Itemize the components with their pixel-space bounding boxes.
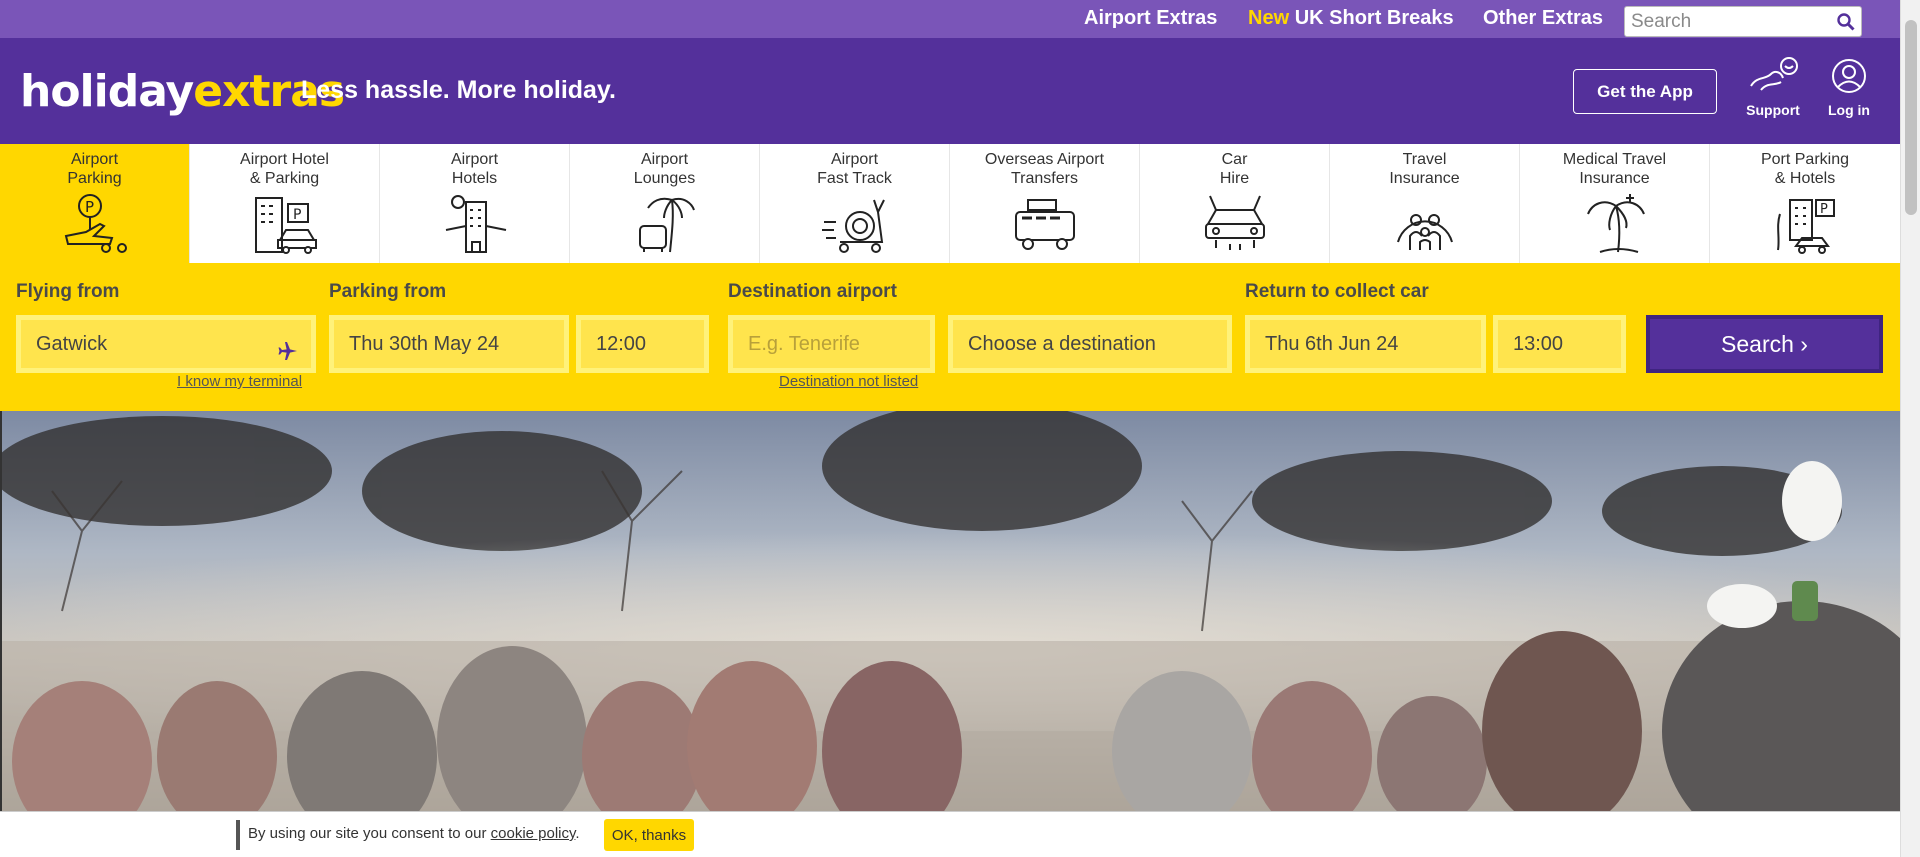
tab-overseas-airport-transfers[interactable]: Overseas Airport Transfers [950,144,1140,263]
return-time-field[interactable]: 13:00 [1493,315,1626,373]
tab-label: Overseas Airport Transfers [984,151,1105,187]
fast-track-snail-icon [821,199,885,253]
tagline: Less hassle. More holiday. [301,76,616,104]
site-search-input[interactable] [1625,7,1825,36]
cookie-ok-button[interactable]: OK, thanks [604,819,694,851]
tab-label: Airport Hotel & Parking [240,151,329,187]
tab-label: Airport Lounges [633,151,696,187]
svg-text:P: P [85,198,94,216]
tab-airport-fast-track[interactable]: Airport Fast Track [760,144,950,263]
parking-search-form: Flying from Gatwick I know my terminal P… [0,263,1900,411]
product-category-tabs: Airport Parking P Airport Hotel & Parkin… [0,144,1900,263]
cookie-policy-link[interactable]: cookie policy [491,825,576,842]
login-link[interactable]: Log in [1809,56,1889,118]
choose-destination-select[interactable]: Choose a destination [948,315,1232,373]
transfer-bus-icon [1014,199,1075,250]
tab-label: Travel Insurance [1389,151,1460,187]
cookie-banner-accent [236,820,240,850]
tab-medical-travel-insurance[interactable]: Medical Travel Insurance [1520,144,1710,263]
user-icon [1832,59,1866,93]
nav-uk-short-breaks-label: UK Short Breaks [1294,7,1454,29]
flying-from-select[interactable]: Gatwick [16,315,316,373]
medical-palm-icon [1586,194,1645,253]
nav-other-extras[interactable]: Other Extras [1483,7,1603,30]
tab-airport-hotel-parking[interactable]: Airport Hotel & Parking P [190,144,380,263]
hotel-parking-icon: P [254,197,317,254]
hero-image-hippos [0,411,1900,811]
nav-uk-short-breaks[interactable]: New UK Short Breaks [1248,7,1454,30]
cookie-message: By using our site you consent to our coo… [248,825,580,842]
page-scrollbar[interactable] [1900,0,1920,857]
site-search [1624,6,1862,37]
support-link[interactable]: Support [1733,56,1813,118]
tab-label: Airport Hotels [450,151,499,187]
search-button[interactable]: Search › [1646,315,1883,373]
flying-from-value: Gatwick [36,333,108,355]
port-parking-icon: P [1777,199,1835,254]
tab-port-parking-hotels[interactable]: Port Parking & Hotels P [1710,144,1900,263]
site-header: holidayextras Less hassle. More holiday.… [0,38,1900,144]
destination-airport-label: Destination airport [728,281,897,302]
tab-travel-insurance[interactable]: Travel Insurance [1330,144,1520,263]
destination-input[interactable]: E.g. Tenerife [728,315,935,373]
get-app-button[interactable]: Get the App [1573,69,1717,114]
top-nav-bar: Airport Extras New UK Short Breaks Other… [0,0,1900,38]
airport-hotel-icon [445,195,506,253]
new-badge: New [1248,7,1290,29]
flying-from-label: Flying from [16,281,120,302]
parking-time-field[interactable]: 12:00 [576,315,709,373]
svg-text:P: P [293,207,301,223]
destination-not-listed-link[interactable]: Destination not listed [779,373,918,390]
tab-label: Airport Parking [67,151,122,187]
tab-car-hire[interactable]: Car Hire [1140,144,1330,263]
support-chat-icon [1750,57,1798,91]
tab-label: Car Hire [1219,151,1250,187]
return-collect-label: Return to collect car [1245,281,1429,302]
tab-label: Medical Travel Insurance [1562,151,1667,187]
svg-text:P: P [1820,202,1828,217]
support-label: Support [1746,102,1800,118]
search-icon[interactable] [1837,13,1855,35]
tab-airport-hotels[interactable]: Airport Hotels [380,144,570,263]
lounge-icon [638,197,695,253]
nav-airport-extras[interactable]: Airport Extras [1084,7,1217,30]
scrollbar-thumb[interactable] [1905,20,1917,215]
parking-from-label: Parking from [329,281,447,302]
car-hire-icon [1204,195,1265,250]
airport-parking-icon: P [64,194,127,253]
tab-airport-parking[interactable]: Airport Parking P [0,144,190,263]
know-my-terminal-link[interactable]: I know my terminal [177,373,302,390]
tab-label: Airport Fast Track [817,151,892,187]
login-label: Log in [1828,102,1870,118]
return-date-field[interactable]: Thu 6th Jun 24 [1245,315,1486,373]
family-insurance-icon [1396,214,1453,250]
tab-label: Port Parking & Hotels [1760,151,1850,187]
tab-airport-lounges[interactable]: Airport Lounges [570,144,760,263]
parking-date-field[interactable]: Thu 30th May 24 [329,315,569,373]
cookie-banner: By using our site you consent to our coo… [0,811,1900,857]
holidayextras-logo[interactable]: holidayextras [20,66,345,117]
